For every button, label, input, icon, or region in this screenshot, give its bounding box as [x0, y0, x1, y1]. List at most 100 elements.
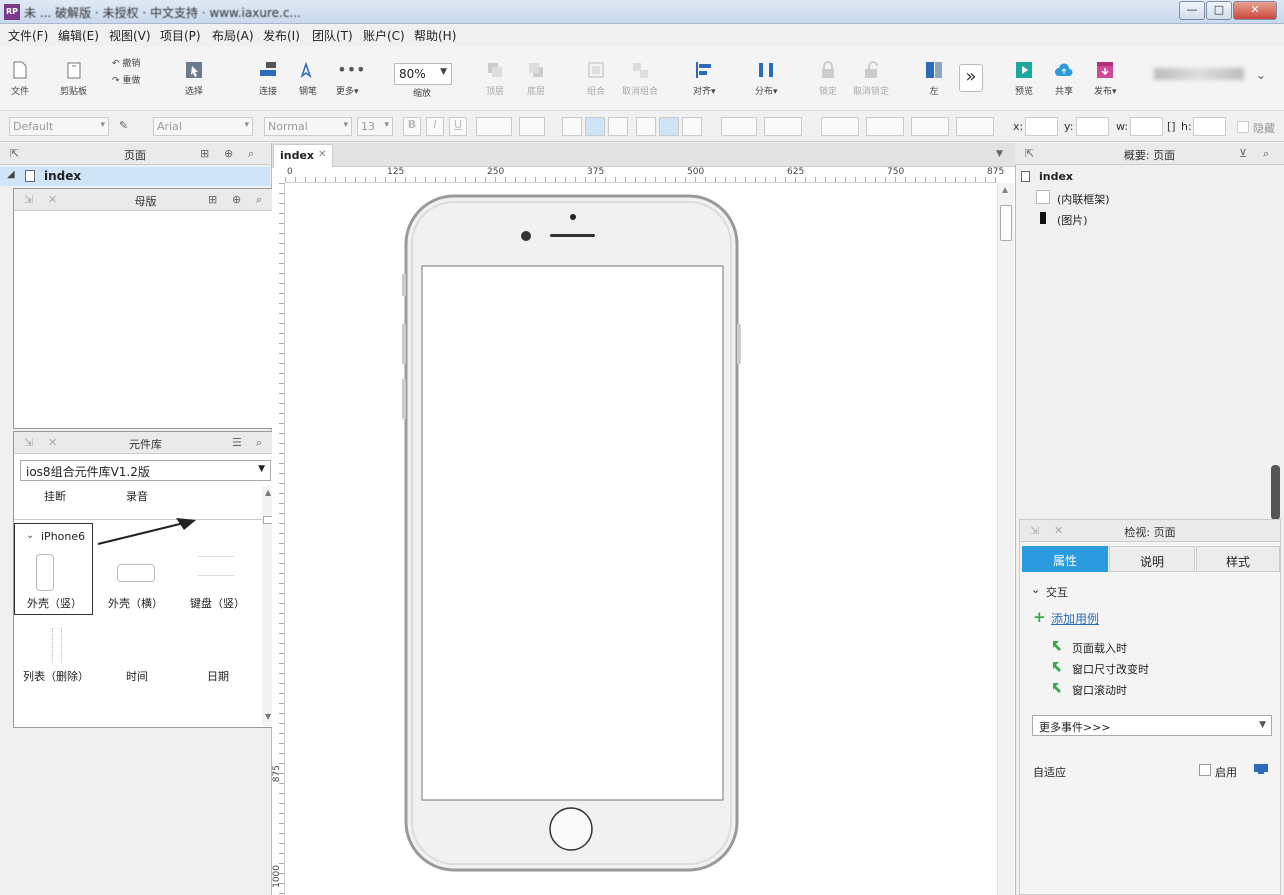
tab-style[interactable]: 样式 — [1196, 546, 1280, 572]
group-tool[interactable]: 组合 — [586, 60, 606, 97]
menu-edit[interactable]: 编辑(E) — [58, 27, 99, 44]
style-select[interactable]: Default — [9, 117, 109, 136]
unlock-tool[interactable]: 取消锁定 — [853, 60, 889, 97]
add-master-icon[interactable]: ⊞ — [208, 193, 217, 206]
canvas-scrollbar[interactable]: ▲ — [997, 183, 1014, 895]
event-page-load[interactable]: 页面载入时 — [1072, 640, 1127, 656]
line-color-button[interactable] — [821, 117, 859, 136]
menu-help[interactable]: 帮助(H) — [414, 27, 456, 44]
interactions-section-title[interactable]: 交互 — [1046, 584, 1068, 600]
bold-button[interactable]: B — [403, 117, 421, 136]
panel-splitter-handle[interactable] — [1271, 465, 1280, 520]
align-right-button[interactable] — [608, 117, 628, 136]
line-style-button[interactable] — [911, 117, 949, 136]
scroll-up-icon[interactable]: ▲ — [265, 488, 271, 497]
widget-shell-portrait-label[interactable]: 外壳（竖） — [27, 595, 82, 611]
outline-item-inline-frame[interactable]: (内联框架) — [1057, 191, 1110, 207]
clipboard-tool[interactable]: 剪贴板 — [60, 60, 87, 97]
menu-team[interactable]: 团队(T) — [312, 27, 353, 44]
publish-tool[interactable]: 发布▾ — [1094, 60, 1117, 97]
page-item-index[interactable]: ◢ index — [0, 167, 270, 186]
search-icon[interactable]: ⌕ — [256, 193, 262, 207]
italic-button[interactable]: I — [426, 117, 444, 136]
scroll-up-icon[interactable]: ▲ — [1002, 185, 1008, 194]
share-tool[interactable]: 共享 — [1054, 60, 1074, 97]
add-icon[interactable]: + — [1033, 608, 1046, 626]
tab-index[interactable]: index ✕ — [273, 144, 333, 168]
add-folder-icon[interactable]: ⊕ — [232, 193, 241, 206]
preview-tool[interactable]: 预览 — [1014, 60, 1034, 97]
valign-bottom-button[interactable] — [682, 117, 702, 136]
widget-time-label[interactable]: 时间 — [126, 668, 148, 684]
align-tool[interactable]: 对齐▾ — [693, 60, 716, 97]
widget-record[interactable]: 录音 — [126, 488, 148, 504]
font-select[interactable]: Arial — [153, 117, 253, 136]
valign-middle-button[interactable] — [659, 117, 679, 136]
tab-properties[interactable]: 属性 — [1022, 546, 1108, 572]
add-page-icon[interactable]: ⊞ — [200, 147, 209, 160]
account-chevron-down-icon[interactable]: ⌄ — [1256, 68, 1266, 82]
outline-page-label[interactable]: index — [1039, 170, 1073, 183]
pen-tool[interactable]: 钢笔 — [298, 60, 318, 97]
connect-tool[interactable]: 连接 — [258, 60, 278, 97]
more-events-select[interactable]: 更多事件>>> ▼ — [1032, 715, 1272, 736]
library-select[interactable]: ios8组合元件库V1.2版 ▼ — [20, 460, 271, 481]
send-bottom-tool[interactable]: 底层 — [526, 60, 546, 97]
hide-checkbox[interactable] — [1237, 121, 1249, 133]
maximize-button[interactable]: □ — [1206, 1, 1232, 20]
style-edit-icon[interactable]: ✎ — [119, 119, 133, 133]
group-expand-chevron-icon[interactable]: ⌄ — [26, 530, 34, 541]
menu-publish[interactable]: 发布(I) — [263, 27, 300, 44]
scroll-thumb[interactable] — [1000, 205, 1012, 241]
h-input[interactable] — [1193, 117, 1226, 136]
search-icon[interactable]: ⌕ — [248, 147, 254, 161]
menu-view[interactable]: 视图(V) — [109, 27, 151, 44]
bring-top-tool[interactable]: 顶层 — [485, 60, 505, 97]
valign-top-button[interactable] — [636, 117, 656, 136]
add-folder-icon[interactable]: ⊕ — [224, 147, 233, 160]
widget-shell-landscape-label[interactable]: 外壳（横） — [108, 595, 163, 611]
more-tool[interactable]: ••• 更多▾ — [336, 60, 366, 97]
menu-file[interactable]: 文件(F) — [8, 27, 48, 44]
zoom-select[interactable]: 80% ▼ — [394, 63, 452, 85]
shadow-button[interactable] — [764, 117, 802, 136]
widget-hangup[interactable]: 挂断 — [44, 488, 66, 504]
iphone-shell-widget[interactable] — [400, 194, 745, 874]
distribute-tool[interactable]: 分布▾ — [755, 60, 778, 97]
add-case-link[interactable]: 添加用例 — [1051, 610, 1099, 627]
align-left-button[interactable] — [562, 117, 582, 136]
enable-adaptive-checkbox[interactable] — [1199, 764, 1211, 776]
filter-icon[interactable]: ⊻ — [1239, 147, 1247, 160]
font-color-button[interactable] — [476, 117, 512, 136]
tab-close-icon[interactable]: ✕ — [318, 149, 326, 160]
file-tool[interactable]: 文件 — [10, 60, 30, 97]
search-icon[interactable]: ⌕ — [1263, 147, 1269, 161]
event-window-scroll[interactable]: 窗口滚动时 — [1072, 682, 1127, 698]
font-size-select[interactable]: 13 — [357, 117, 393, 136]
fill-color-button[interactable] — [721, 117, 757, 136]
scroll-down-icon[interactable]: ▼ — [265, 712, 271, 721]
left-pane-tool[interactable]: 左 — [924, 60, 944, 97]
tab-list-dropdown-icon[interactable]: ▼ — [996, 149, 1003, 159]
align-center-button[interactable] — [585, 117, 605, 136]
lock-tool[interactable]: 锁定 — [818, 60, 838, 97]
menu-project[interactable]: 项目(P) — [160, 27, 201, 44]
event-window-resize[interactable]: 窗口尺寸改变时 — [1072, 661, 1149, 677]
menu-account[interactable]: 账户(C) — [363, 27, 405, 44]
widget-list-delete-label[interactable]: 列表（删除） — [23, 668, 89, 684]
ungroup-tool[interactable]: 取消组合 — [622, 60, 658, 97]
section-chevron-icon[interactable]: ⌄ — [1031, 583, 1040, 596]
menu-icon[interactable]: ☰ — [232, 436, 242, 449]
y-input[interactable] — [1076, 117, 1109, 136]
arrow-style-button[interactable] — [956, 117, 994, 136]
menu-layout[interactable]: 布局(A) — [212, 27, 254, 44]
minimize-button[interactable]: — — [1179, 1, 1205, 20]
lock-ratio-icon[interactable]: [] — [1167, 120, 1176, 133]
font-weight-select[interactable]: Normal — [264, 117, 352, 136]
select-tool[interactable]: 选择 — [184, 60, 204, 97]
account-name-blurred[interactable] — [1154, 68, 1244, 80]
undo-button[interactable]: ↶ 撤销 — [112, 56, 140, 69]
search-icon[interactable]: ⌕ — [256, 436, 262, 450]
widget-keyboard-label[interactable]: 键盘（竖） — [190, 595, 245, 611]
tab-notes[interactable]: 说明 — [1109, 546, 1195, 572]
